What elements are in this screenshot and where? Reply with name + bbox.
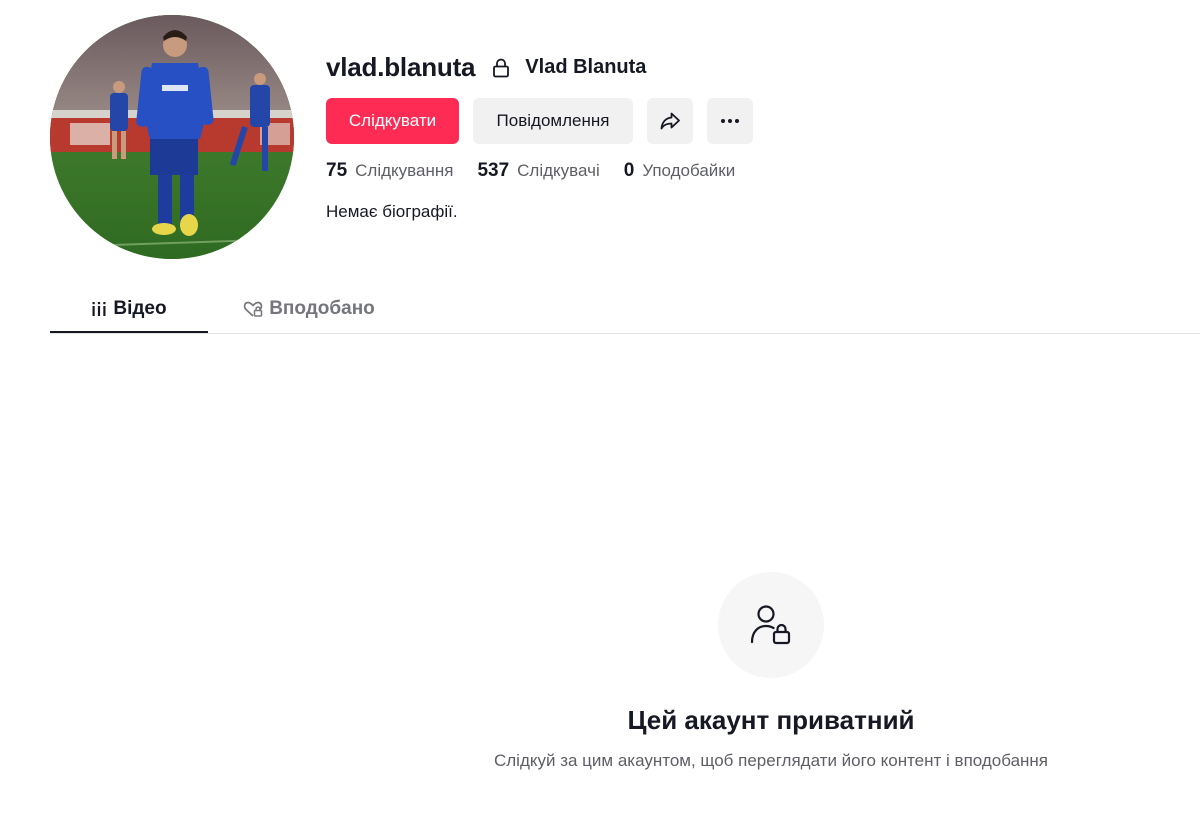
username: vlad.blanuta bbox=[326, 52, 476, 82]
avatar-photo bbox=[50, 15, 294, 259]
following-count: 75 bbox=[326, 160, 348, 181]
tab-liked-label: Вподобано bbox=[269, 298, 375, 319]
profile-actions: Слідкувати Повідомлення bbox=[326, 98, 753, 144]
likes-count: 0 bbox=[623, 160, 635, 181]
lock-icon bbox=[492, 58, 510, 78]
private-account-subtitle: Слідкуй за цим акаунтом, щоб переглядати… bbox=[493, 751, 1049, 770]
share-button[interactable] bbox=[647, 98, 693, 144]
more-icon bbox=[720, 118, 740, 124]
followers-count: 537 bbox=[477, 160, 510, 181]
share-icon bbox=[659, 110, 681, 132]
display-name: Vlad Blanuta bbox=[525, 56, 647, 78]
likes-label: Уподобайки bbox=[642, 161, 736, 180]
tab-videos[interactable]: Відео bbox=[50, 285, 208, 333]
tab-videos-label: Відео bbox=[113, 298, 167, 319]
profile-bio: Немає біографії. bbox=[326, 202, 458, 221]
follow-button[interactable]: Слідкувати bbox=[326, 98, 459, 144]
private-account-title: Цей акаунт приватний bbox=[627, 705, 915, 735]
followers-stat[interactable]: 537 Слідкувачі bbox=[477, 160, 599, 182]
more-button[interactable] bbox=[707, 98, 753, 144]
followers-label: Слідкувачі bbox=[517, 161, 600, 180]
message-button[interactable]: Повідомлення bbox=[473, 98, 633, 144]
following-label: Слідкування bbox=[355, 161, 454, 180]
profile-stats: 75 Слідкування 537 Слідкувачі 0 Уподобай… bbox=[326, 160, 759, 182]
tab-liked[interactable]: Вподобано bbox=[230, 285, 388, 333]
likes-stat: 0 Уподобайки bbox=[624, 160, 736, 182]
profile-name-row: vlad.blanuta Vlad Blanuta bbox=[326, 52, 646, 83]
profile-avatar[interactable] bbox=[50, 15, 294, 259]
private-account-badge bbox=[718, 572, 824, 678]
user-lock-icon bbox=[747, 601, 795, 649]
following-stat[interactable]: 75 Слідкування bbox=[326, 160, 453, 182]
grid-icon bbox=[91, 301, 107, 317]
active-tab-indicator bbox=[50, 331, 208, 333]
heart-lock-icon bbox=[243, 300, 263, 318]
profile-tabs: Відео Вподобано bbox=[50, 285, 1200, 334]
